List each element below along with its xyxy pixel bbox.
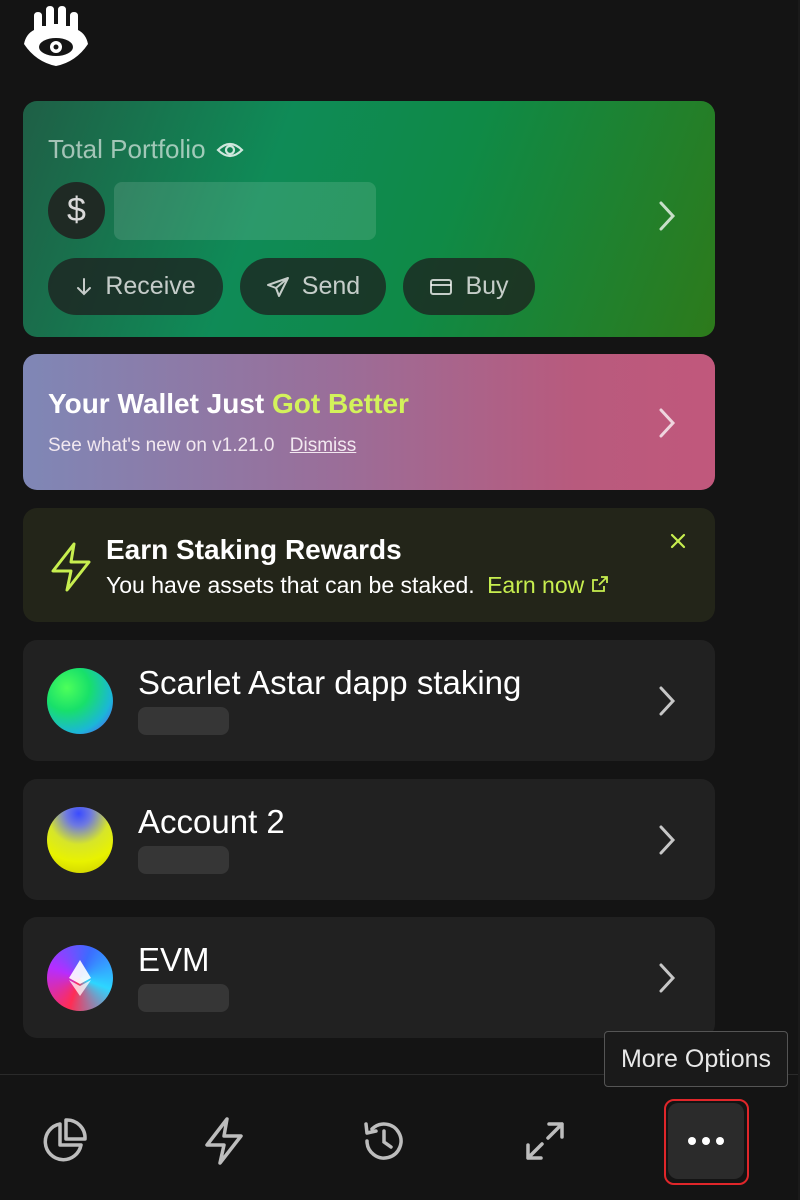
nav-portfolio-button[interactable] — [39, 1116, 89, 1166]
promo-title: Your Wallet Just Got Better — [48, 388, 409, 419]
eye-icon[interactable] — [215, 140, 244, 160]
portfolio-title: Total Portfolio — [48, 134, 244, 165]
more-options-tooltip: More Options — [604, 1031, 788, 1087]
earn-title: Earn Staking Rewards — [106, 534, 402, 565]
ethereum-icon — [69, 960, 91, 996]
paper-plane-icon — [266, 276, 289, 297]
dismiss-link[interactable]: Dismiss — [290, 435, 357, 456]
nav-staking-button[interactable] — [199, 1116, 249, 1166]
earn-subtitle: You have assets that can be staked. Earn… — [106, 572, 609, 599]
close-icon[interactable] — [667, 530, 689, 552]
account-balance-masked — [138, 707, 229, 735]
account-name: Account 2 — [138, 803, 285, 840]
talisman-logo-icon — [24, 6, 88, 66]
account-avatar — [47, 807, 113, 873]
account-name: Scarlet Astar dapp staking — [138, 664, 522, 701]
earn-staking-banner[interactable]: Earn Staking Rewards You have assets tha… — [23, 508, 715, 622]
portfolio-balance-masked — [114, 182, 376, 240]
account-name: EVM — [138, 941, 210, 978]
promo-subtitle: See what's new on v1.21.0 Dismiss — [48, 435, 357, 456]
chevron-right-icon[interactable] — [657, 823, 677, 857]
expand-icon — [526, 1122, 564, 1160]
lightning-icon — [205, 1117, 243, 1165]
account-avatar — [47, 668, 113, 734]
account-balance-masked — [138, 984, 229, 1012]
send-button[interactable]: Send — [240, 258, 386, 315]
account-row[interactable]: Scarlet Astar dapp staking — [23, 640, 715, 761]
external-link-icon — [591, 576, 608, 592]
account-balance-masked — [138, 846, 229, 874]
nav-history-button[interactable] — [359, 1116, 409, 1166]
receive-button[interactable]: Receive — [48, 258, 223, 315]
portfolio-card[interactable]: Total Portfolio $ Receive Send Buy — [23, 101, 715, 337]
arrow-down-icon — [77, 277, 92, 295]
chevron-right-icon[interactable] — [657, 684, 677, 718]
buy-button[interactable]: Buy — [403, 258, 535, 315]
chevron-right-icon[interactable] — [657, 406, 677, 440]
lightning-icon — [51, 542, 91, 592]
pie-chart-icon — [43, 1118, 87, 1162]
currency-badge[interactable]: $ — [48, 182, 105, 239]
history-icon — [364, 1122, 403, 1160]
nav-expand-button[interactable] — [520, 1116, 570, 1166]
whats-new-banner[interactable]: Your Wallet Just Got Better See what's n… — [23, 354, 715, 490]
account-row[interactable]: EVM — [23, 917, 715, 1038]
account-row[interactable]: Account 2 — [23, 779, 715, 900]
card-icon — [430, 278, 453, 295]
earn-now-link[interactable]: Earn now — [487, 572, 609, 598]
focus-highlight — [664, 1099, 749, 1185]
chevron-right-icon[interactable] — [657, 199, 677, 233]
chevron-right-icon[interactable] — [657, 961, 677, 995]
